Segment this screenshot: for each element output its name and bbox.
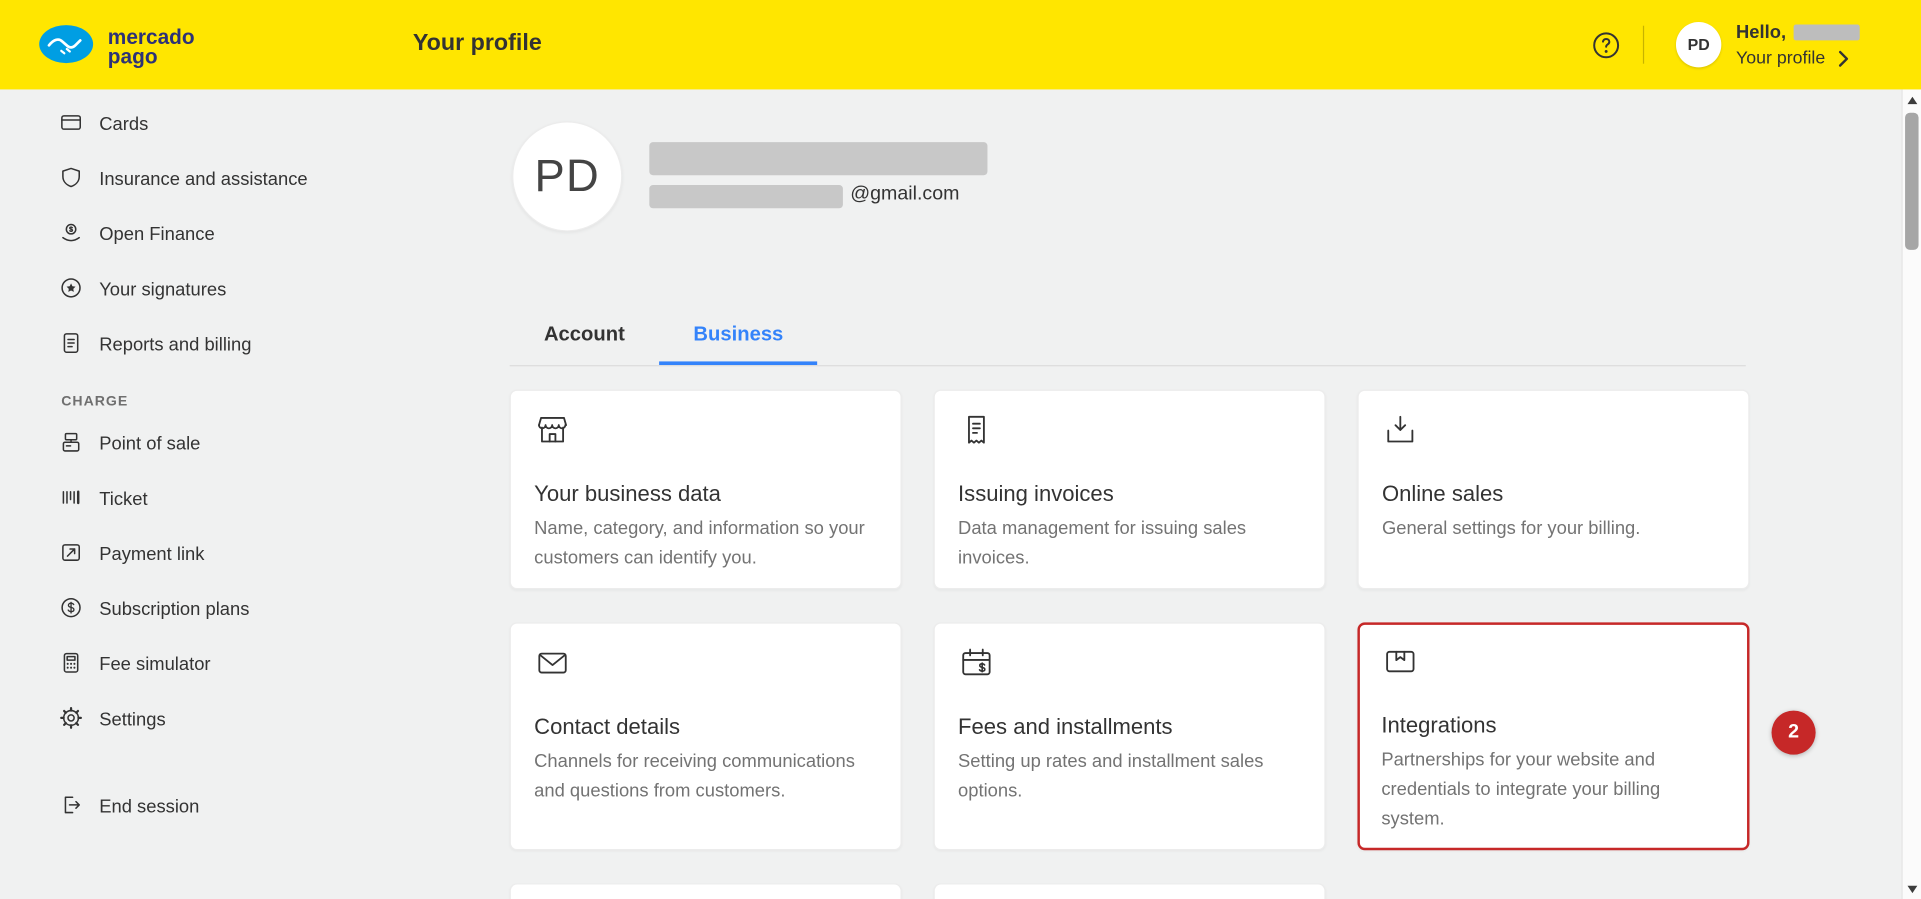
store-icon bbox=[534, 412, 877, 449]
pos-icon bbox=[59, 429, 84, 458]
sidebar-item-end-session[interactable]: End session bbox=[0, 779, 480, 834]
settings-card-grid: Your business data Name, category, and i… bbox=[509, 389, 1750, 899]
star-badge-icon bbox=[59, 275, 84, 304]
email-domain: @gmail.com bbox=[850, 183, 960, 205]
handshake-icon bbox=[37, 22, 96, 72]
header-divider bbox=[1642, 25, 1645, 64]
sidebar-item-reports[interactable]: Reports and billing bbox=[0, 317, 480, 372]
logo-wordmark: mercado pago bbox=[107, 25, 195, 68]
integrations-icon bbox=[1381, 643, 1725, 680]
report-icon bbox=[59, 330, 84, 359]
avatar-initials: PD bbox=[1687, 35, 1710, 54]
page: mercado pago Your profile PD Hello, Your… bbox=[0, 0, 1921, 899]
card-icon bbox=[59, 110, 84, 139]
card-title: Integrations bbox=[1381, 713, 1497, 738]
card-integrations[interactable]: Integrations Partnerships for your websi… bbox=[1357, 622, 1750, 851]
shield-icon bbox=[59, 165, 84, 194]
download-tray-icon bbox=[1382, 412, 1725, 449]
calculator-icon bbox=[59, 650, 84, 679]
profile-initials: PD bbox=[534, 150, 600, 201]
mercadopago-logo[interactable]: mercado pago bbox=[37, 22, 195, 72]
greeting-text: Hello, bbox=[1736, 22, 1787, 43]
mail-icon bbox=[534, 644, 877, 681]
card-description: Partnerships for your website and creden… bbox=[1381, 749, 1661, 830]
sidebar-item-open-finance[interactable]: Open Finance bbox=[0, 207, 480, 262]
redacted-full-name bbox=[649, 142, 988, 176]
card-title: Online sales bbox=[1381, 481, 1504, 506]
card-contact-details[interactable]: Contact details Channels for receiving c… bbox=[509, 622, 902, 851]
user-menu[interactable]: Hello, Your profile bbox=[1736, 21, 1860, 71]
gear-icon bbox=[59, 705, 84, 734]
step-badge: 2 bbox=[1771, 710, 1816, 755]
top-bar: mercado pago Your profile PD Hello, Your… bbox=[0, 0, 1921, 90]
sidebar-item-insurance[interactable]: Insurance and assistance bbox=[0, 152, 480, 207]
card-partial-left[interactable] bbox=[509, 883, 902, 899]
sidebar-item-ticket[interactable]: Ticket bbox=[0, 472, 480, 527]
tab-account[interactable]: Account bbox=[510, 314, 659, 365]
card-title: Contact details bbox=[534, 714, 681, 739]
card-description: Setting up rates and installment sales o… bbox=[958, 751, 1264, 802]
sidebar-item-cards[interactable]: Cards bbox=[0, 97, 480, 152]
redacted-username bbox=[1793, 24, 1860, 41]
sidebar-item-fee-simulator[interactable]: Fee simulator bbox=[0, 637, 480, 692]
card-online-sales[interactable]: Online sales General settings for your b… bbox=[1357, 389, 1750, 590]
page-title: Your profile bbox=[412, 30, 542, 57]
card-fees-and-installments[interactable]: Fees and installments Setting up rates a… bbox=[933, 622, 1326, 851]
sidebar-section-charge: CHARGE bbox=[61, 394, 129, 410]
payment-link-icon bbox=[59, 540, 84, 569]
sidebar-item-signatures[interactable]: Your signatures bbox=[0, 262, 480, 317]
redacted-email-local-part bbox=[649, 184, 843, 209]
card-description: General settings for your billing. bbox=[1381, 518, 1641, 540]
barcode-icon bbox=[59, 485, 84, 514]
card-description: Channels for receiving communications an… bbox=[534, 751, 855, 802]
card-your-business-data[interactable]: Your business data Name, category, and i… bbox=[509, 389, 902, 590]
scroll-down-arrow-icon[interactable] bbox=[1903, 878, 1921, 899]
avatar[interactable]: PD bbox=[1675, 22, 1722, 68]
sidebar-item-settings[interactable]: Settings bbox=[0, 692, 480, 747]
sidebar-item-point-of-sale[interactable]: Point of sale bbox=[0, 417, 480, 472]
logout-icon bbox=[59, 792, 84, 821]
chevron-right-icon bbox=[1837, 50, 1849, 67]
card-title: Issuing invoices bbox=[958, 481, 1114, 506]
card-partial-middle[interactable] bbox=[933, 883, 1326, 899]
scroll-up-arrow-icon[interactable] bbox=[1903, 89, 1921, 110]
card-title: Fees and installments bbox=[958, 714, 1173, 739]
card-title: Your business data bbox=[534, 481, 721, 506]
invoice-icon bbox=[958, 412, 1301, 449]
profile-avatar: PD bbox=[512, 121, 623, 232]
sidebar-item-subscription-plans[interactable]: Subscription plans bbox=[0, 582, 480, 637]
subscription-icon bbox=[59, 595, 84, 624]
scrollbar-thumb[interactable] bbox=[1905, 112, 1919, 250]
tabs-divider bbox=[509, 365, 1746, 367]
sidebar: Cards Insurance and assistance Open Fina… bbox=[0, 89, 480, 899]
help-icon[interactable] bbox=[1590, 29, 1622, 61]
profile-tabs: Account Business bbox=[510, 314, 818, 366]
card-issuing-invoices[interactable]: Issuing invoices Data management for iss… bbox=[933, 389, 1326, 590]
tab-business[interactable]: Business bbox=[659, 314, 818, 366]
card-description: Data management for issuing sales invoic… bbox=[958, 518, 1247, 569]
card-description: Name, category, and information so your … bbox=[534, 518, 865, 569]
sidebar-item-payment-link[interactable]: Payment link bbox=[0, 527, 480, 582]
vertical-scrollbar bbox=[1901, 89, 1921, 899]
your-profile-link: Your profile bbox=[1736, 49, 1826, 69]
coin-hand-icon bbox=[59, 220, 84, 249]
calendar-dollar-icon bbox=[958, 644, 1301, 681]
